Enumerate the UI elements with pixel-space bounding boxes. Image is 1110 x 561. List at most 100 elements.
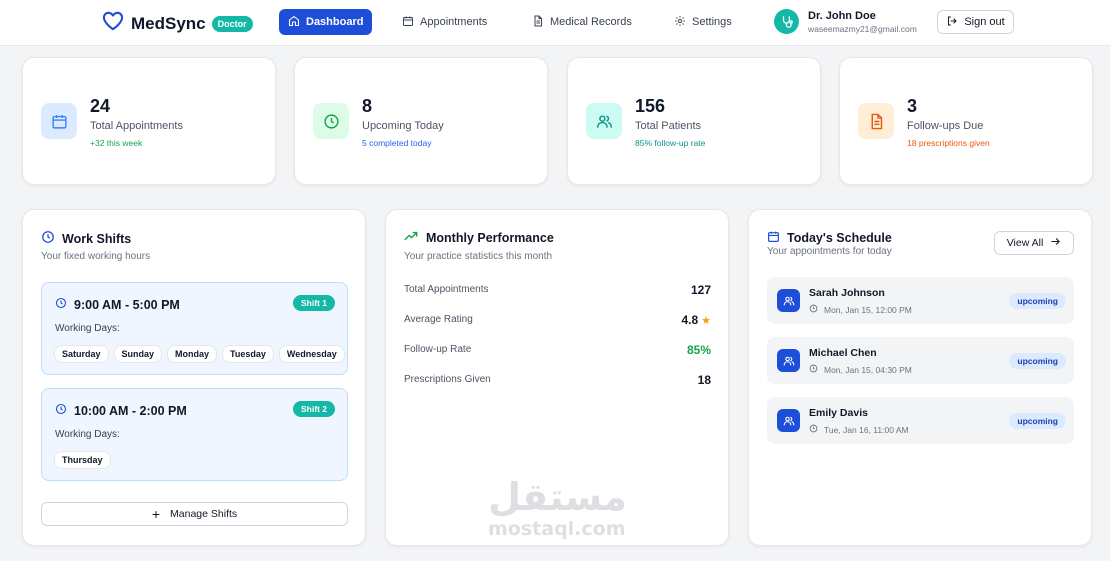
patient-name: Michael Chen	[809, 347, 877, 359]
day-chip: Tuesday	[222, 345, 274, 363]
star-icon: ★	[701, 315, 711, 327]
perf-row-average-rating: Average Rating 4.8 ★	[404, 313, 711, 329]
users-icon	[777, 289, 800, 312]
mostaql-watermark: مستقل mostaql.com	[488, 478, 627, 540]
appointment-item[interactable]: Emily Davis Tue, Jan 16, 11:00 AM upcomi…	[767, 397, 1074, 444]
perf-row-prescriptions-given: Prescriptions Given 18	[404, 373, 711, 389]
appointment-time: Mon, Jan 15, 04:30 PM	[809, 364, 912, 375]
stat-value: 8	[362, 96, 373, 116]
brand[interactable]: MedSync Doctor	[102, 11, 253, 36]
clock-icon	[55, 403, 74, 418]
shift-badge: Shift 2	[293, 401, 335, 417]
day-chips: Saturday Sunday Monday Tuesday Wednesday	[54, 345, 345, 363]
perf-label: Follow-up Rate	[404, 344, 472, 355]
user-profile[interactable]: Dr. John Doe waseemazmy21@gmail.com	[774, 9, 917, 34]
nav-dashboard[interactable]: Dashboard	[279, 9, 373, 35]
logout-icon	[946, 15, 964, 30]
heart-logo-icon	[102, 11, 124, 36]
day-chip: Thursday	[54, 451, 111, 469]
day-chip: Monday	[167, 345, 218, 363]
user-name: Dr. John Doe	[808, 9, 876, 22]
document-icon	[858, 103, 894, 139]
calendar-icon	[402, 15, 420, 30]
appointment-time: Tue, Jan 16, 11:00 AM	[809, 424, 909, 435]
plus-icon: +	[151, 506, 161, 522]
stat-card-total-patients: 156 Total Patients 85% follow-up rate	[567, 57, 821, 185]
perf-value: 85%	[686, 343, 711, 357]
perf-value: 18	[697, 373, 711, 387]
shift-card[interactable]: 10:00 AM - 2:00 PM Shift 2 Working Days:…	[41, 388, 348, 481]
stat-value: 24	[90, 96, 111, 116]
trending-up-icon	[404, 230, 426, 245]
shift-time: 10:00 AM - 2:00 PM	[55, 403, 187, 418]
day-chip: Sunday	[113, 345, 163, 363]
sign-out-button[interactable]: Sign out	[937, 10, 1014, 34]
nav-appointments-label: Appointments	[420, 16, 488, 28]
todays-schedule-panel: Today's Schedule Your appointments for t…	[748, 209, 1092, 546]
stat-card-upcoming-today: 8 Upcoming Today 5 completed today	[294, 57, 548, 185]
clock-icon	[809, 424, 824, 435]
stat-card-total-appointments: 24 Total Appointments +32 this week	[22, 57, 276, 185]
perf-label: Total Appointments	[404, 284, 489, 295]
manage-shifts-label: Manage Shifts	[170, 508, 238, 520]
users-icon	[777, 409, 800, 432]
perf-label: Prescriptions Given	[404, 374, 491, 385]
nav-settings[interactable]: Settings	[674, 9, 732, 35]
shift-card[interactable]: 9:00 AM - 5:00 PM Shift 1 Working Days: …	[41, 282, 348, 375]
perf-row-total-appointments: Total Appointments 127	[404, 283, 711, 299]
stat-label: Follow-ups Due	[907, 120, 984, 132]
stat-value: 3	[907, 96, 918, 116]
todays-schedule-title: Today's Schedule	[767, 230, 892, 246]
patient-name: Emily Davis	[809, 407, 868, 419]
appointment-item[interactable]: Michael Chen Mon, Jan 15, 04:30 PM upcom…	[767, 337, 1074, 384]
perf-label: Average Rating	[404, 314, 473, 325]
view-all-label: View All	[1006, 237, 1044, 249]
nav-appointments[interactable]: Appointments	[402, 9, 487, 35]
users-icon	[586, 103, 622, 139]
day-chip: Wednesday	[278, 345, 345, 363]
document-icon	[532, 15, 550, 30]
nav-medical-records[interactable]: Medical Records	[532, 9, 632, 35]
working-days-label: Working Days:	[55, 429, 120, 440]
stethoscope-avatar-icon	[774, 9, 799, 34]
perf-value: 4.8	[681, 313, 699, 327]
work-shifts-title: Work Shifts	[41, 230, 131, 247]
user-email: waseemazmy21@gmail.com	[808, 23, 917, 34]
clock-icon	[313, 103, 349, 139]
stat-card-follow-ups-due: 3 Follow-ups Due 18 prescriptions given	[839, 57, 1093, 185]
perf-value-wrap: 4.8 ★	[681, 313, 711, 327]
day-chip: Saturday	[54, 345, 109, 363]
monthly-performance-title: Monthly Performance	[404, 230, 554, 245]
perf-row-follow-up-rate: Follow-up Rate 85%	[404, 343, 711, 359]
clock-icon	[809, 364, 824, 375]
view-all-button[interactable]: View All	[994, 231, 1074, 255]
calendar-icon	[767, 230, 787, 246]
stat-subtext: +32 this week	[90, 138, 143, 148]
stat-value: 156	[635, 96, 666, 116]
clock-icon	[41, 230, 62, 247]
working-days-label: Working Days:	[55, 323, 120, 334]
stat-subtext: 85% follow-up rate	[635, 138, 706, 148]
stat-subtext: 5 completed today	[362, 138, 432, 148]
users-icon	[777, 349, 800, 372]
todays-schedule-subtitle: Your appointments for today	[767, 246, 892, 257]
status-badge: upcoming	[1009, 353, 1066, 369]
stat-label: Total Patients	[635, 120, 702, 132]
patient-name: Sarah Johnson	[809, 287, 885, 299]
gear-icon	[674, 15, 692, 30]
brand-name: MedSync	[131, 13, 206, 33]
nav-medical-records-label: Medical Records	[550, 16, 632, 28]
work-shifts-panel: Work Shifts Your fixed working hours 9:0…	[22, 209, 366, 546]
shift-badge: Shift 1	[293, 295, 335, 311]
nav-dashboard-label: Dashboard	[306, 16, 364, 28]
shift-time: 9:00 AM - 5:00 PM	[55, 297, 180, 312]
manage-shifts-button[interactable]: + Manage Shifts	[41, 502, 348, 526]
clock-icon	[809, 304, 824, 315]
role-badge: Doctor	[211, 15, 253, 32]
nav-settings-label: Settings	[692, 16, 732, 28]
appointment-item[interactable]: Sarah Johnson Mon, Jan 15, 12:00 PM upco…	[767, 277, 1074, 324]
monthly-performance-subtitle: Your practice statistics this month	[404, 251, 553, 262]
sign-out-label: Sign out	[964, 16, 1005, 28]
calendar-icon	[41, 103, 77, 139]
watermark-latin: mostaql.com	[488, 518, 626, 540]
